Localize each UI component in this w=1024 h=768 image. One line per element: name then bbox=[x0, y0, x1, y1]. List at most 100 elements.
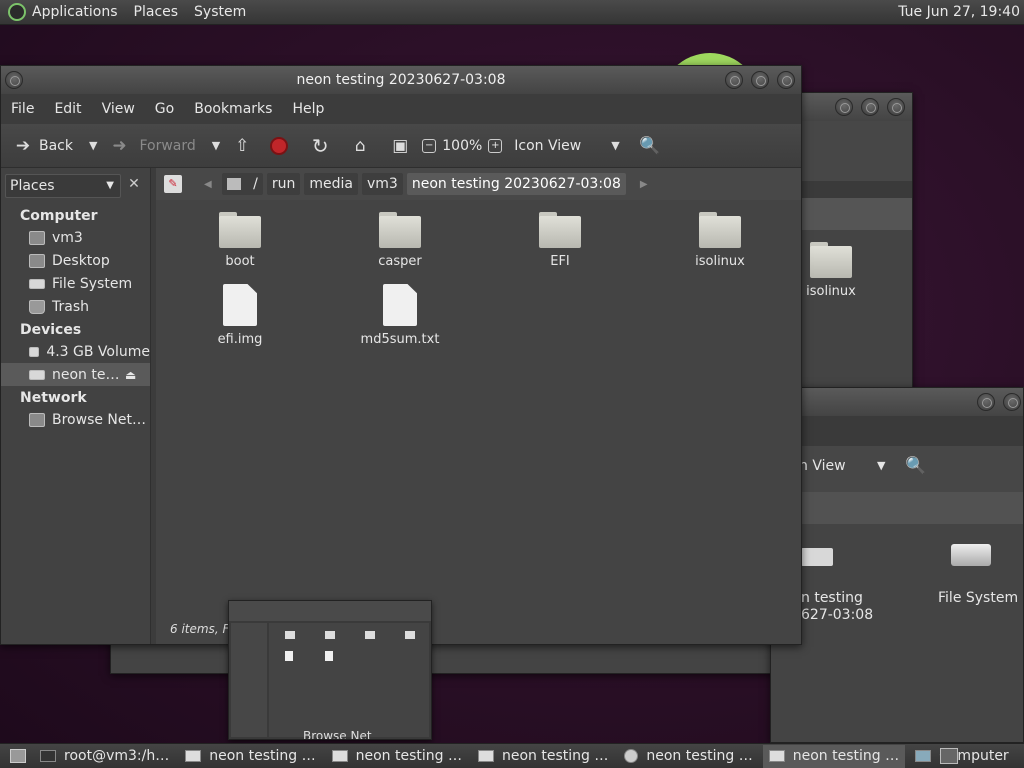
folder-icon bbox=[285, 631, 295, 639]
file-name[interactable]: 627-03:08 bbox=[801, 607, 873, 623]
menu-go[interactable]: Go bbox=[155, 101, 174, 117]
file-name[interactable]: File System bbox=[938, 590, 1018, 606]
stop-icon[interactable] bbox=[270, 136, 289, 155]
maximize-button[interactable] bbox=[751, 71, 769, 89]
crumb-vm3[interactable]: vm3 bbox=[362, 173, 403, 195]
task-window[interactable]: neon testing … bbox=[326, 745, 468, 768]
zoom-in-icon[interactable]: + bbox=[488, 138, 503, 153]
places-selector[interactable]: Places ▼ bbox=[5, 174, 121, 198]
reload-icon[interactable]: ↻ bbox=[308, 134, 332, 158]
sidebar-item-desktop[interactable]: Desktop bbox=[1, 249, 150, 272]
zoom-out-icon[interactable]: − bbox=[422, 138, 437, 153]
menu-edit[interactable]: Edit bbox=[54, 101, 81, 117]
sidebar-item-volume[interactable]: 4.3 GB Volume bbox=[1, 340, 150, 363]
window-titlebar[interactable]: neon testing 20230627-03:08 bbox=[1, 66, 801, 94]
view-mode-label[interactable]: n View bbox=[799, 458, 846, 474]
home-folder-icon bbox=[29, 230, 45, 245]
panel-clock[interactable]: Tue Jun 27, 19:40 bbox=[898, 4, 1020, 20]
file-manager-window[interactable]: neon testing 20230627-03:08 File Edit Vi… bbox=[0, 65, 802, 645]
minimize-button[interactable] bbox=[835, 98, 853, 116]
toolbar: n View ▼ 🔍 bbox=[771, 446, 1023, 492]
file-name[interactable]: n testing bbox=[801, 590, 863, 606]
window-menu-button[interactable] bbox=[5, 71, 23, 89]
crumb-current[interactable]: neon testing 20230627-03:08 bbox=[406, 173, 626, 195]
chevron-down-icon[interactable]: ▼ bbox=[877, 459, 885, 472]
menu-bookmarks[interactable]: Bookmarks bbox=[194, 101, 272, 117]
file-item[interactable]: boot bbox=[180, 212, 300, 269]
file-name: efi.img bbox=[217, 332, 263, 347]
file-item[interactable]: EFI bbox=[500, 212, 620, 269]
arrow-right-icon: ➜ bbox=[112, 135, 127, 156]
document-icon bbox=[223, 284, 257, 326]
taskbar: root@vm3:/h… neon testing … neon testing… bbox=[0, 743, 1024, 768]
arrow-left-icon: ➔ bbox=[15, 135, 31, 156]
sidebar-item-neon-testing[interactable]: neon te… ⏏ bbox=[1, 363, 150, 386]
icon-view[interactable]: boot casper EFI isolinux efi.img md5sum.… bbox=[156, 200, 801, 614]
task-window-active[interactable]: neon testing … bbox=[762, 744, 906, 768]
background-window-2[interactable]: n View ▼ 🔍 n testing 627-03:08 File Syst… bbox=[770, 387, 1024, 743]
computer-icon[interactable]: ▣ bbox=[388, 136, 412, 156]
document-icon bbox=[285, 651, 293, 661]
workspace-switcher-icon[interactable] bbox=[940, 748, 958, 764]
task-computer[interactable]: Computer bbox=[909, 745, 1015, 768]
edit-path-icon[interactable]: ✎ bbox=[164, 175, 182, 193]
chevron-down-icon[interactable]: ▼ bbox=[212, 139, 220, 152]
menu-view[interactable]: View bbox=[102, 101, 135, 117]
sidebar-item-file-system[interactable]: File System bbox=[1, 272, 150, 295]
close-icon[interactable]: ✕ bbox=[125, 176, 143, 194]
eject-icon[interactable]: ⏏ bbox=[125, 368, 136, 382]
crumb-media[interactable]: media bbox=[304, 173, 358, 195]
sidebar-header-devices: Devices bbox=[20, 322, 82, 338]
show-desktop-icon[interactable] bbox=[10, 749, 26, 763]
crumb-run[interactable]: run bbox=[266, 173, 301, 195]
back-button[interactable]: ➔ Back ▼ bbox=[11, 135, 98, 156]
home-icon[interactable]: ⌂ bbox=[348, 136, 372, 156]
menu-help[interactable]: Help bbox=[292, 101, 324, 117]
sidebar-item-vm3[interactable]: vm3 bbox=[1, 226, 150, 249]
task-window[interactable]: neon testing … bbox=[618, 745, 758, 768]
close-button[interactable] bbox=[1003, 393, 1021, 411]
task-window[interactable]: neon testing … bbox=[472, 745, 614, 768]
task-terminal[interactable]: root@vm3:/h… bbox=[34, 745, 175, 768]
chevron-down-icon[interactable]: ▼ bbox=[611, 139, 619, 152]
view-mode-label[interactable]: Icon View bbox=[514, 138, 581, 154]
path-bar: ✎ ◀ / run media vm3 neon testing 2023062… bbox=[156, 168, 801, 200]
trash-icon bbox=[29, 299, 45, 314]
sidebar-item-browse-network[interactable]: Browse Net… bbox=[1, 408, 150, 431]
folder-icon bbox=[219, 212, 261, 248]
file-item[interactable]: efi.img bbox=[180, 284, 300, 347]
panel-menu-system[interactable]: System bbox=[194, 4, 246, 20]
minimize-button[interactable] bbox=[725, 71, 743, 89]
folder-icon bbox=[365, 631, 375, 639]
maximize-button[interactable] bbox=[861, 98, 879, 116]
close-button[interactable] bbox=[887, 98, 905, 116]
close-button[interactable] bbox=[777, 71, 795, 89]
top-panel: Applications Places System Tue Jun 27, 1… bbox=[0, 0, 1024, 25]
hard-disk-icon bbox=[951, 544, 991, 566]
panel-menu-applications[interactable]: Applications bbox=[32, 4, 118, 20]
search-icon[interactable]: 🔍 bbox=[638, 136, 662, 156]
sidebar-header-computer: Computer bbox=[20, 208, 98, 224]
file-name: md5sum.txt bbox=[360, 332, 440, 347]
path-scroll-right-icon[interactable]: ▶ bbox=[640, 179, 648, 190]
panel-menu-places[interactable]: Places bbox=[134, 4, 179, 20]
arrow-up-icon[interactable]: ⇧ bbox=[230, 136, 254, 156]
folder-icon bbox=[405, 631, 415, 639]
menu-file[interactable]: File bbox=[11, 101, 34, 117]
folder-icon bbox=[539, 212, 581, 248]
search-icon[interactable]: 🔍 bbox=[905, 456, 926, 476]
task-window[interactable]: neon testing … bbox=[179, 745, 321, 768]
thumbnail-content bbox=[269, 623, 429, 737]
path-scroll-left-icon[interactable]: ◀ bbox=[204, 179, 212, 190]
window-thumbnail-preview[interactable]: Browse Net bbox=[228, 600, 432, 740]
chevron-down-icon[interactable]: ▼ bbox=[89, 139, 97, 152]
file-item[interactable]: md5sum.txt bbox=[340, 284, 460, 347]
distro-logo-icon[interactable] bbox=[8, 3, 26, 21]
sidebar-item-trash[interactable]: Trash bbox=[1, 295, 150, 318]
crumb-root[interactable]: / bbox=[221, 173, 263, 195]
forward-button[interactable]: ➜ Forward ▼ bbox=[107, 136, 220, 156]
window-titlebar[interactable] bbox=[771, 388, 1023, 416]
file-item[interactable]: casper bbox=[340, 212, 460, 269]
minimize-button[interactable] bbox=[977, 393, 995, 411]
file-item[interactable]: isolinux bbox=[660, 212, 780, 269]
